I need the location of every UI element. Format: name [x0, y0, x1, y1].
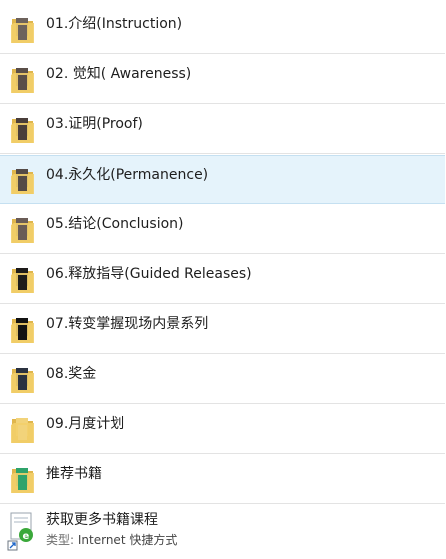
list-item[interactable]: 05.结论(Conclusion) [0, 205, 445, 254]
folder-icon [11, 368, 34, 393]
folder-icon [11, 169, 34, 194]
shortcut-type-key: 类型: [46, 533, 75, 547]
list-item-label: 03.证明(Proof) [46, 116, 143, 132]
list-item[interactable]: 02. 觉知( Awareness) [0, 55, 445, 104]
list-item-label: 02. 觉知( Awareness) [46, 66, 192, 82]
list-item-label: 08.奖金 [46, 366, 97, 382]
list-item[interactable]: 推荐书籍 [0, 455, 445, 504]
folder-icon [11, 18, 34, 43]
file-list: 01.介绍(Instruction) 02. 觉知( Awareness) 03.证… [0, 0, 446, 559]
shortcut-label: 获取更多书籍课程 [46, 512, 158, 528]
list-item-label: 04.永久化(Permanence) [46, 167, 209, 183]
list-item-label: 推荐书籍 [46, 466, 102, 482]
list-item[interactable]: 07.转变掌握现场内景系列 [0, 305, 445, 354]
svg-text:e: e [23, 531, 30, 542]
list-item[interactable]: 06.释放指导(Guided Releases) [0, 255, 445, 304]
folder-icon [11, 318, 34, 343]
folder-icon [11, 268, 34, 293]
shortcut-item[interactable]: e 获取更多书籍课程 类型: Internet 快捷方式 [0, 505, 445, 559]
list-item-label: 05.结论(Conclusion) [46, 216, 184, 232]
folder-icon [11, 68, 34, 93]
shortcut-type-value: Internet 快捷方式 [77, 533, 178, 547]
internet-shortcut-icon: e [7, 512, 33, 551]
list-item[interactable]: 08.奖金 [0, 355, 445, 404]
folder-icon [11, 218, 34, 243]
folder-icon [11, 118, 34, 143]
folder-icon [11, 468, 34, 493]
list-item[interactable]: 09.月度计划 [0, 405, 445, 454]
list-item-label: 01.介绍(Instruction) [46, 16, 183, 32]
shortcut-type: 类型: Internet 快捷方式 [46, 532, 177, 548]
list-item-label: 06.释放指导(Guided Releases) [46, 266, 252, 282]
list-item-label: 09.月度计划 [46, 416, 125, 432]
list-item-label: 07.转变掌握现场内景系列 [46, 316, 209, 332]
folder-icon [11, 418, 34, 443]
list-item[interactable]: 04.永久化(Permanence) [0, 155, 445, 204]
list-item[interactable]: 01.介绍(Instruction) [0, 5, 445, 54]
list-item[interactable]: 03.证明(Proof) [0, 105, 445, 154]
